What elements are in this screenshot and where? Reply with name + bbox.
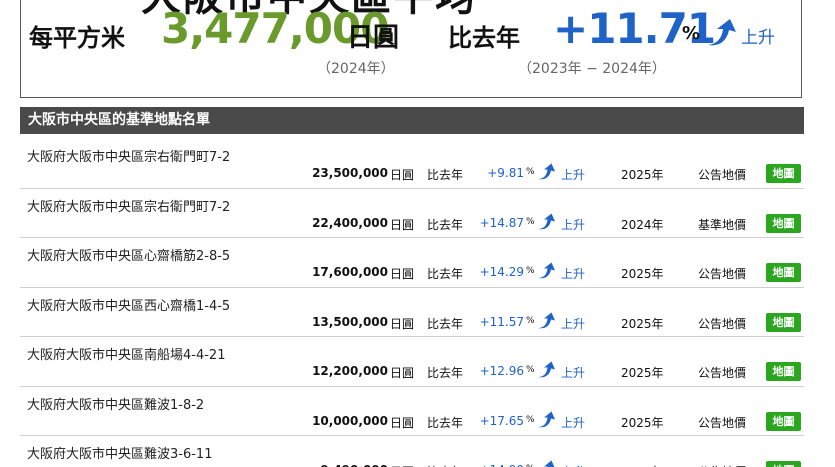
percent-sign: %: [526, 414, 535, 425]
percent-sign: %: [526, 216, 535, 227]
price-unit: 日圓: [390, 217, 415, 232]
price-unit: 日圓: [390, 415, 415, 430]
compare-label: 比去年: [427, 168, 464, 182]
price-unit: 日圓: [390, 267, 415, 281]
map-button[interactable]: 地圖: [766, 411, 801, 431]
list-item: 大阪府大阪市中央區西心齋橋1-4-5 13,500,000 日圓 比去年 +11…: [20, 288, 804, 337]
compare-label: 比去年: [427, 217, 464, 232]
list-item: 大阪府大阪市中央區宗右衛門町7-2 22,400,000 日圓 比去年 +14.…: [20, 189, 804, 238]
price-type: 公告地價: [698, 168, 747, 182]
address: 大阪府大阪市中央區難波3-6-11: [27, 447, 213, 462]
land-price: 23,500,000: [312, 166, 388, 180]
price-type: 公告地價: [698, 366, 747, 380]
trend-label: 上升: [561, 267, 586, 281]
change-percent: +12.96: [479, 364, 524, 378]
land-price: 22,400,000: [312, 215, 388, 230]
year: 2024年: [621, 217, 664, 232]
land-price: 13,500,000: [312, 314, 388, 329]
trend-label: 上升: [561, 415, 586, 430]
address: 大阪府大阪市中央區心齋橋筋2-8-5: [27, 249, 231, 264]
trend-label: 上升: [741, 28, 775, 48]
up-arrow-icon: [544, 460, 555, 467]
compare-label: 比去年: [427, 366, 464, 380]
percent-sign: %: [526, 167, 535, 177]
change-percent: +9.81: [487, 166, 524, 180]
list-item: 大阪府大阪市中央區宗右衛門町7-2 23,500,000 日圓 比去年 +9.8…: [20, 139, 804, 189]
up-arrow-icon: [538, 312, 555, 328]
price-unit: 日圓: [390, 463, 414, 467]
summary-card: 大阪市中央區平均 每平方米 3,477,000 日圓 （2024年） 比去年 +…: [20, 0, 802, 98]
trend-label: 上升: [561, 168, 586, 182]
change-percent: +14.87: [479, 215, 524, 230]
year: 2025年: [621, 366, 664, 380]
percent-sign: %: [526, 365, 535, 375]
up-arrow-icon: [538, 262, 555, 279]
address: 大阪府大阪市中央區南船場4-4-21: [27, 348, 226, 363]
change-percent: +17.65: [479, 413, 524, 428]
list-item: 大阪府大阪市中央區南船場4-4-21 12,200,000 日圓 比去年 +12…: [20, 337, 804, 387]
map-button[interactable]: 地圖: [766, 263, 801, 282]
section-header: 大阪市中央區的基準地點名單: [20, 107, 804, 134]
compare-label: 比去年: [427, 316, 464, 331]
price-year: （2024年）: [317, 61, 395, 77]
address: 大阪府大阪市中央區難波1-8-2: [27, 397, 205, 413]
map-button[interactable]: 地圖: [766, 362, 801, 381]
year: 2025年: [621, 316, 664, 331]
price-type: 基準地價: [698, 217, 747, 232]
address: 大阪府大阪市中央區西心齋橋1-4-5: [27, 298, 231, 314]
map-button[interactable]: 地圖: [766, 213, 801, 233]
land-price: 9,490,000: [250, 463, 388, 467]
up-arrow-icon: [538, 213, 555, 229]
up-arrow-icon: [708, 19, 736, 46]
price-unit: 日圓: [390, 366, 415, 380]
address: 大阪府大阪市中央區宗右衛門町7-2: [27, 199, 231, 215]
land-price: 12,200,000: [312, 364, 388, 378]
benchmark-list: 大阪府大阪市中央區宗右衛門町7-2 23,500,000 日圓 比去年 +9.8…: [20, 139, 804, 467]
compare-label: 比去年: [427, 267, 464, 281]
year: 2025年: [621, 168, 664, 182]
up-arrow-icon: [538, 163, 555, 180]
map-button[interactable]: 地圖: [766, 164, 801, 183]
land-price: 10,000,000: [312, 413, 388, 428]
percent-sign: %: [682, 23, 701, 44]
percent-sign: %: [526, 315, 535, 326]
land-price: 17,600,000: [312, 265, 388, 279]
year: 2025年: [621, 267, 664, 281]
price-unit: 日圓: [390, 316, 415, 331]
trend-label: 上升: [561, 316, 586, 331]
trend-label: 上升: [561, 217, 586, 232]
year: 2025年: [621, 463, 664, 467]
price-type: 公告地價: [698, 463, 746, 467]
up-arrow-icon: [538, 361, 555, 378]
change-percent: +11.57: [479, 314, 524, 329]
list-item: 大阪府大阪市中央區難波1-8-2 10,000,000 日圓 比去年 +17.6…: [20, 387, 804, 436]
price-unit: 日圓: [390, 168, 415, 182]
price-type: 公告地價: [698, 316, 747, 331]
up-arrow-icon: [538, 411, 555, 427]
price-unit: 日圓: [347, 23, 400, 53]
price-type: 公告地價: [698, 415, 747, 430]
compare-label: 比去年: [427, 415, 464, 430]
compare-label: 比去年: [427, 463, 463, 467]
trend-label: 上升: [561, 366, 586, 380]
list-item: 大阪府大阪市中央區難波3-6-11 9,490,000 日圓 比去年 +14.9…: [20, 436, 804, 467]
list-item: 大阪府大阪市中央區心齋橋筋2-8-5 17,600,000 日圓 比去年 +14…: [20, 238, 804, 288]
change-years: （2023年 − 2024年）: [518, 61, 666, 77]
address: 大阪府大阪市中央區宗右衛門町7-2: [27, 150, 231, 165]
percent-sign: %: [526, 266, 535, 276]
change-percent: +14.29: [479, 265, 524, 279]
trend-label: 上升: [561, 463, 585, 467]
map-button[interactable]: 地圖: [766, 312, 801, 332]
change-percent: +14.90: [468, 463, 524, 467]
price-type: 公告地價: [698, 267, 747, 281]
year: 2025年: [621, 415, 664, 430]
area-label: 每平方米: [29, 24, 125, 52]
compare-label: 比去年: [448, 24, 520, 52]
map-button[interactable]: 地圖: [766, 461, 801, 467]
